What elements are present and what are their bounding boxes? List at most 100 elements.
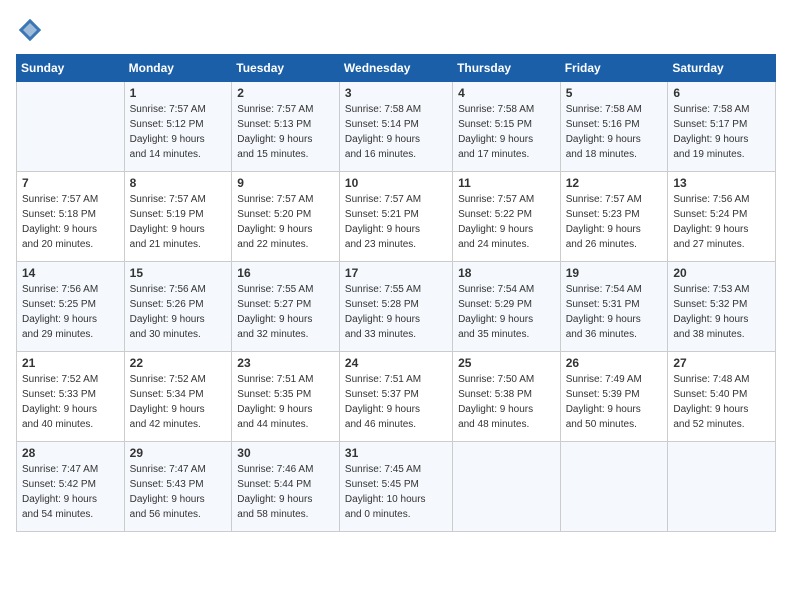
day-info: Sunrise: 7:50 AM Sunset: 5:38 PM Dayligh… — [458, 372, 555, 432]
day-number: 13 — [673, 176, 770, 190]
day-info: Sunrise: 7:47 AM Sunset: 5:42 PM Dayligh… — [22, 462, 119, 522]
day-number: 27 — [673, 356, 770, 370]
day-number: 3 — [345, 86, 447, 100]
header-wednesday: Wednesday — [339, 55, 452, 82]
day-info: Sunrise: 7:58 AM Sunset: 5:16 PM Dayligh… — [566, 102, 663, 162]
week-row-5: 28 Sunrise: 7:47 AM Sunset: 5:42 PM Dayli… — [17, 442, 776, 532]
day-number: 20 — [673, 266, 770, 280]
day-info: Sunrise: 7:57 AM Sunset: 5:19 PM Dayligh… — [130, 192, 227, 252]
calendar-cell: 11 Sunrise: 7:57 AM Sunset: 5:22 PM Dayli… — [453, 172, 561, 262]
day-info: Sunrise: 7:55 AM Sunset: 5:27 PM Dayligh… — [237, 282, 334, 342]
day-number: 19 — [566, 266, 663, 280]
page-header — [16, 16, 776, 44]
week-row-3: 14 Sunrise: 7:56 AM Sunset: 5:25 PM Dayli… — [17, 262, 776, 352]
day-info: Sunrise: 7:57 AM Sunset: 5:20 PM Dayligh… — [237, 192, 334, 252]
day-info: Sunrise: 7:58 AM Sunset: 5:17 PM Dayligh… — [673, 102, 770, 162]
week-row-2: 7 Sunrise: 7:57 AM Sunset: 5:18 PM Daylig… — [17, 172, 776, 262]
calendar-cell: 5Sunrise: 7:58 AM Sunset: 5:16 PM Daylig… — [560, 82, 668, 172]
day-info: Sunrise: 7:51 AM Sunset: 5:37 PM Dayligh… — [345, 372, 447, 432]
day-info: Sunrise: 7:52 AM Sunset: 5:33 PM Dayligh… — [22, 372, 119, 432]
calendar-cell: 4 Sunrise: 7:58 AM Sunset: 5:15 PM Daylig… — [453, 82, 561, 172]
calendar-cell: 15 Sunrise: 7:56 AM Sunset: 5:26 PM Dayli… — [124, 262, 232, 352]
calendar-cell: 12 Sunrise: 7:57 AM Sunset: 5:23 PM Dayli… — [560, 172, 668, 262]
calendar-cell: 28 Sunrise: 7:47 AM Sunset: 5:42 PM Dayli… — [17, 442, 125, 532]
calendar-cell: 27 Sunrise: 7:48 AM Sunset: 5:40 PM Dayli… — [668, 352, 776, 442]
calendar-cell: 2Sunrise: 7:57 AM Sunset: 5:13 PM Daylig… — [232, 82, 340, 172]
calendar-cell: 16 Sunrise: 7:55 AM Sunset: 5:27 PM Dayli… — [232, 262, 340, 352]
day-number: 16 — [237, 266, 334, 280]
calendar-cell — [668, 442, 776, 532]
day-info: Sunrise: 7:57 AM Sunset: 5:22 PM Dayligh… — [458, 192, 555, 252]
day-number: 28 — [22, 446, 119, 460]
day-number: 1 — [130, 86, 227, 100]
header-saturday: Saturday — [668, 55, 776, 82]
week-row-1: 1 Sunrise: 7:57 AM Sunset: 5:12 PM Daylig… — [17, 82, 776, 172]
calendar-cell: 13 Sunrise: 7:56 AM Sunset: 5:24 PM Dayli… — [668, 172, 776, 262]
day-number: 2 — [237, 86, 334, 100]
day-number: 6 — [673, 86, 770, 100]
calendar-cell: 22Sunrise: 7:52 AM Sunset: 5:34 PM Dayli… — [124, 352, 232, 442]
day-number: 22 — [130, 356, 227, 370]
calendar-cell: 23Sunrise: 7:51 AM Sunset: 5:35 PM Dayli… — [232, 352, 340, 442]
day-number: 7 — [22, 176, 119, 190]
day-number: 11 — [458, 176, 555, 190]
day-info: Sunrise: 7:57 AM Sunset: 5:12 PM Dayligh… — [130, 102, 227, 162]
calendar-cell: 9 Sunrise: 7:57 AM Sunset: 5:20 PM Daylig… — [232, 172, 340, 262]
calendar-cell: 14 Sunrise: 7:56 AM Sunset: 5:25 PM Dayli… — [17, 262, 125, 352]
calendar-cell — [453, 442, 561, 532]
day-info: Sunrise: 7:55 AM Sunset: 5:28 PM Dayligh… — [345, 282, 447, 342]
header-friday: Friday — [560, 55, 668, 82]
calendar-table: SundayMondayTuesdayWednesdayThursdayFrid… — [16, 54, 776, 532]
day-number: 24 — [345, 356, 447, 370]
day-info: Sunrise: 7:47 AM Sunset: 5:43 PM Dayligh… — [130, 462, 227, 522]
day-number: 26 — [566, 356, 663, 370]
day-number: 4 — [458, 86, 555, 100]
calendar-cell: 20 Sunrise: 7:53 AM Sunset: 5:32 PM Dayli… — [668, 262, 776, 352]
day-number: 10 — [345, 176, 447, 190]
day-info: Sunrise: 7:56 AM Sunset: 5:24 PM Dayligh… — [673, 192, 770, 252]
logo — [16, 16, 48, 44]
calendar-cell: 1 Sunrise: 7:57 AM Sunset: 5:12 PM Daylig… — [124, 82, 232, 172]
day-number: 17 — [345, 266, 447, 280]
day-number: 21 — [22, 356, 119, 370]
calendar-cell: 18Sunrise: 7:54 AM Sunset: 5:29 PM Dayli… — [453, 262, 561, 352]
header-sunday: Sunday — [17, 55, 125, 82]
calendar-cell: 25 Sunrise: 7:50 AM Sunset: 5:38 PM Dayli… — [453, 352, 561, 442]
day-number: 9 — [237, 176, 334, 190]
calendar-cell — [17, 82, 125, 172]
calendar-cell: 21 Sunrise: 7:52 AM Sunset: 5:33 PM Dayli… — [17, 352, 125, 442]
day-info: Sunrise: 7:48 AM Sunset: 5:40 PM Dayligh… — [673, 372, 770, 432]
day-number: 12 — [566, 176, 663, 190]
header-tuesday: Tuesday — [232, 55, 340, 82]
day-number: 25 — [458, 356, 555, 370]
calendar-cell — [560, 442, 668, 532]
day-info: Sunrise: 7:56 AM Sunset: 5:25 PM Dayligh… — [22, 282, 119, 342]
header-monday: Monday — [124, 55, 232, 82]
day-info: Sunrise: 7:49 AM Sunset: 5:39 PM Dayligh… — [566, 372, 663, 432]
day-info: Sunrise: 7:58 AM Sunset: 5:15 PM Dayligh… — [458, 102, 555, 162]
calendar-cell: 31Sunrise: 7:45 AM Sunset: 5:45 PM Dayli… — [339, 442, 452, 532]
day-info: Sunrise: 7:57 AM Sunset: 5:23 PM Dayligh… — [566, 192, 663, 252]
calendar-cell: 26 Sunrise: 7:49 AM Sunset: 5:39 PM Dayli… — [560, 352, 668, 442]
day-info: Sunrise: 7:57 AM Sunset: 5:18 PM Dayligh… — [22, 192, 119, 252]
day-info: Sunrise: 7:51 AM Sunset: 5:35 PM Dayligh… — [237, 372, 334, 432]
calendar-cell: 29Sunrise: 7:47 AM Sunset: 5:43 PM Dayli… — [124, 442, 232, 532]
day-info: Sunrise: 7:45 AM Sunset: 5:45 PM Dayligh… — [345, 462, 447, 522]
day-info: Sunrise: 7:56 AM Sunset: 5:26 PM Dayligh… — [130, 282, 227, 342]
calendar-cell: 24 Sunrise: 7:51 AM Sunset: 5:37 PM Dayli… — [339, 352, 452, 442]
day-info: Sunrise: 7:54 AM Sunset: 5:31 PM Dayligh… — [566, 282, 663, 342]
day-number: 18 — [458, 266, 555, 280]
calendar-cell: 6 Sunrise: 7:58 AM Sunset: 5:17 PM Daylig… — [668, 82, 776, 172]
calendar-cell: 3Sunrise: 7:58 AM Sunset: 5:14 PM Daylig… — [339, 82, 452, 172]
day-number: 14 — [22, 266, 119, 280]
calendar-cell: 19 Sunrise: 7:54 AM Sunset: 5:31 PM Dayli… — [560, 262, 668, 352]
day-info: Sunrise: 7:53 AM Sunset: 5:32 PM Dayligh… — [673, 282, 770, 342]
calendar-cell: 30 Sunrise: 7:46 AM Sunset: 5:44 PM Dayli… — [232, 442, 340, 532]
header-thursday: Thursday — [453, 55, 561, 82]
day-number: 30 — [237, 446, 334, 460]
calendar-cell: 10 Sunrise: 7:57 AM Sunset: 5:21 PM Dayli… — [339, 172, 452, 262]
day-number: 15 — [130, 266, 227, 280]
day-info: Sunrise: 7:57 AM Sunset: 5:21 PM Dayligh… — [345, 192, 447, 252]
day-info: Sunrise: 7:46 AM Sunset: 5:44 PM Dayligh… — [237, 462, 334, 522]
calendar-cell: 17 Sunrise: 7:55 AM Sunset: 5:28 PM Dayli… — [339, 262, 452, 352]
